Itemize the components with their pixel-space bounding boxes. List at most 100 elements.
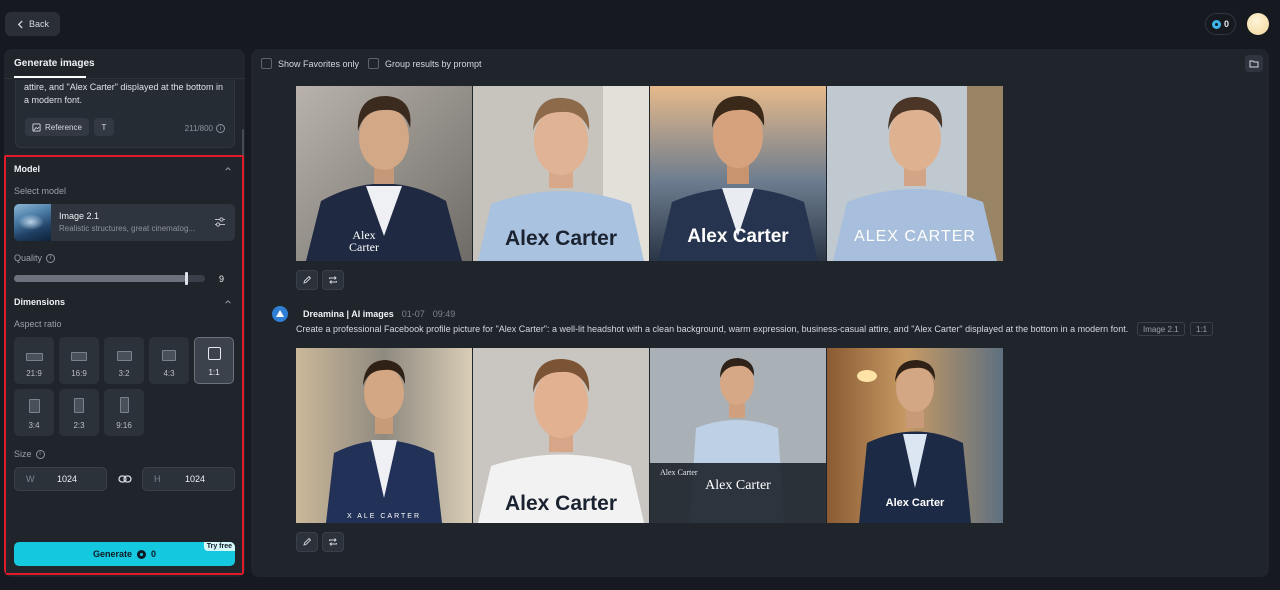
prompt-text[interactable]: attire, and "Alex Carter" displayed at t…	[24, 81, 228, 107]
generate-button[interactable]: Generate 0 Try free	[14, 542, 235, 566]
height-field[interactable]: H 1024	[142, 467, 235, 491]
image-row-2: X ALE CARTER Alex Carter Alex Carter Ale…	[296, 348, 1003, 523]
ratio-shape-icon	[207, 347, 221, 360]
group-results-checkbox[interactable]: Group results by prompt	[368, 58, 482, 69]
image-caption-small: Alex Carter	[660, 468, 698, 477]
generated-image[interactable]: Alex Carter	[827, 348, 1003, 523]
chevron-up-icon[interactable]	[224, 165, 232, 173]
char-count: 211/800	[184, 124, 213, 133]
chevron-up-icon[interactable]	[224, 298, 232, 306]
credits-count: 0	[1223, 19, 1229, 29]
quality-fill	[14, 275, 186, 282]
aspect-ratio-label: Aspect ratio	[14, 319, 62, 329]
size-label-text: Size	[14, 449, 32, 459]
generated-image[interactable]: Alex Carter Alex Carter	[650, 348, 826, 523]
quality-slider[interactable]	[14, 272, 205, 285]
ratio-3-2[interactable]: 3:2	[104, 337, 144, 384]
image-caption: Alex Carter	[349, 228, 379, 254]
tab-generate-images[interactable]: Generate images	[14, 49, 95, 78]
size-label: Size i	[14, 449, 45, 459]
quality-label-text: Quality	[14, 253, 43, 263]
image-caption: Alex Carter	[705, 478, 771, 493]
generated-image[interactable]: Alex Carter	[296, 86, 472, 261]
back-button[interactable]: Back	[5, 12, 60, 36]
edit-button[interactable]	[296, 532, 318, 552]
ratio-label: 2:3	[73, 421, 85, 430]
reference-button[interactable]: Reference	[25, 118, 89, 136]
quality-value: 9	[219, 274, 225, 284]
ratio-tag: 1:1	[1190, 322, 1214, 336]
show-favorites-checkbox[interactable]: Show Favorites only	[261, 58, 359, 69]
dreamina-logo-icon	[272, 306, 288, 322]
show-favorites-label: Show Favorites only	[278, 58, 360, 69]
folder-button[interactable]	[1245, 55, 1263, 72]
generation-prompt[interactable]: Create a professional Facebook profile p…	[296, 324, 1128, 334]
image-caption: Alex Carter	[687, 226, 789, 247]
ratio-1-1[interactable]: 1:1	[194, 337, 234, 384]
ratio-shape-icon	[116, 351, 132, 361]
ratio-3-4[interactable]: 3:4	[14, 389, 54, 436]
quality-label: Quality i	[14, 253, 56, 263]
ratio-shape-icon	[25, 353, 43, 361]
pencil-icon	[303, 537, 312, 546]
regenerate-button[interactable]	[322, 270, 344, 290]
info-icon[interactable]: i	[46, 253, 56, 263]
chevron-left-icon	[17, 20, 23, 28]
portrait-image	[296, 348, 472, 523]
ratio-label: 1:1	[208, 368, 220, 377]
ratio-shape-icon	[162, 350, 176, 361]
height-prefix: H	[154, 474, 161, 484]
sliders-icon[interactable]	[214, 216, 226, 228]
ratio-2-3[interactable]: 2:3	[59, 389, 99, 436]
ratio-shape-icon	[74, 398, 84, 413]
image-row-1: Alex Carter Alex Carter Alex Carter ALEX…	[296, 86, 1003, 261]
select-model-label: Select model	[14, 186, 67, 196]
tab-divider	[4, 78, 245, 79]
info-icon[interactable]: i	[35, 449, 45, 459]
model-description: Realistic structures, great cinematog...	[59, 224, 196, 233]
generation-header: Dreamina | AI images 01-07 09:49	[272, 306, 455, 322]
model-name: Image 2.1	[59, 211, 100, 221]
image-reference-icon	[32, 122, 41, 132]
ratio-21-9[interactable]: 21:9	[14, 337, 54, 384]
generated-image[interactable]: Alex Carter	[473, 348, 649, 523]
ratio-shape-icon	[119, 397, 129, 413]
credits-badge[interactable]: 0	[1205, 13, 1236, 35]
ratio-label: 21:9	[26, 369, 42, 378]
checkbox-box[interactable]	[368, 58, 379, 69]
generate-panel: Generate images attire, and "Alex Carter…	[4, 49, 245, 577]
generated-image[interactable]: ALEX CARTER	[827, 86, 1003, 261]
text-style-button[interactable]: T	[94, 118, 114, 136]
pencil-icon	[303, 275, 312, 284]
back-label: Back	[28, 19, 49, 29]
image-caption: X ALE CARTER	[346, 513, 422, 520]
checkbox-box[interactable]	[261, 58, 272, 69]
quality-slider-handle[interactable]	[184, 272, 188, 285]
generated-image[interactable]: Alex Carter	[473, 86, 649, 261]
ratio-16-9[interactable]: 16:9	[59, 337, 99, 384]
height-value[interactable]: 1024	[185, 474, 205, 484]
ratio-label: 3:2	[118, 369, 130, 378]
regenerate-button[interactable]	[322, 532, 344, 552]
ratio-9-16[interactable]: 9:16	[104, 389, 144, 436]
generated-image[interactable]: Alex Carter	[650, 86, 826, 261]
repeat-icon	[329, 538, 337, 546]
edit-button[interactable]	[296, 270, 318, 290]
ratio-label: 16:9	[71, 369, 87, 378]
group-results-label: Group results by prompt	[385, 58, 482, 69]
generate-cost: 0	[151, 549, 157, 559]
generation-author: Dreamina | AI images	[303, 309, 394, 319]
image-caption: Alex Carter	[504, 227, 618, 250]
model-selector[interactable]: Image 2.1 Realistic structures, great ci…	[14, 204, 235, 241]
info-icon[interactable]: i	[216, 124, 225, 133]
folder-icon	[1249, 60, 1259, 68]
link-icon[interactable]	[118, 473, 132, 485]
width-field[interactable]: W 1024	[14, 467, 107, 491]
ratio-4-3[interactable]: 4:3	[149, 337, 189, 384]
portrait-image	[650, 348, 826, 523]
prompt-input[interactable]: attire, and "Alex Carter" displayed at t…	[15, 80, 235, 148]
generation-date: 01-07	[401, 309, 425, 319]
generated-image[interactable]: X ALE CARTER	[296, 348, 472, 523]
user-avatar[interactable]	[1247, 13, 1269, 35]
width-value[interactable]: 1024	[57, 474, 77, 484]
